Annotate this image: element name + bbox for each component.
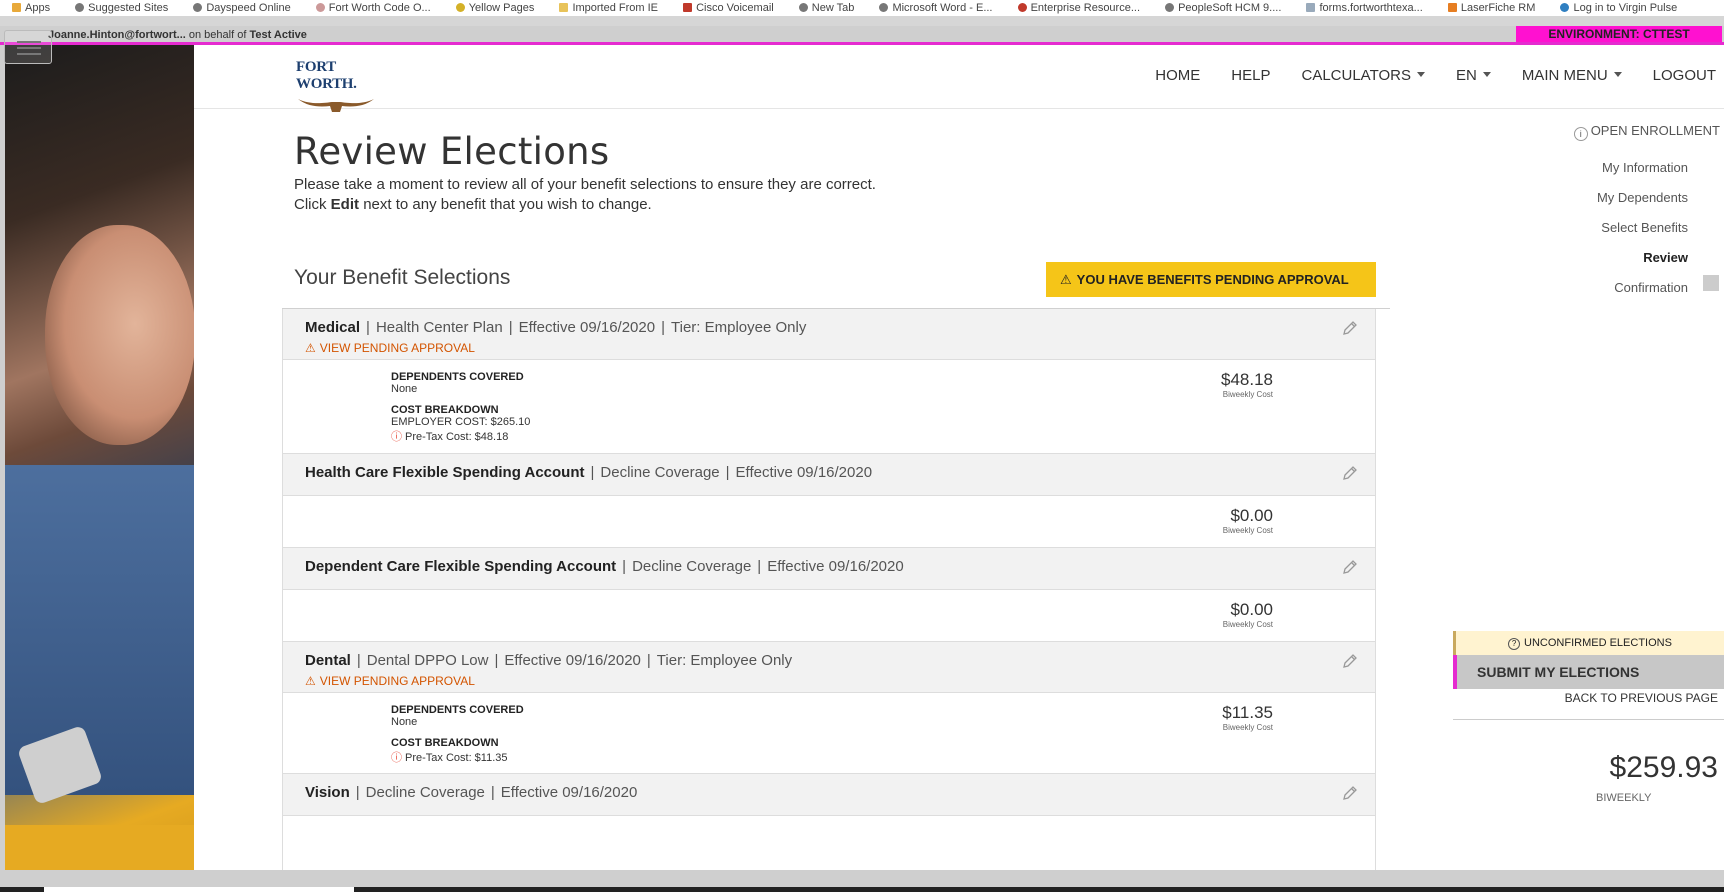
nav-logout[interactable]: LOGOUT	[1653, 67, 1716, 84]
nav-help[interactable]: HELP	[1231, 67, 1270, 84]
total-cost: $259.93	[1609, 751, 1718, 784]
intro-edit-text: Click Edit next to any benefit that you …	[294, 196, 652, 213]
intro-text: Please take a moment to review all of yo…	[294, 176, 876, 193]
benefit-price: $0.00 Biweekly Cost	[1222, 600, 1273, 629]
step-select-benefits[interactable]: Select Benefits	[1597, 220, 1688, 250]
pretax-cost: ⓘ Pre-Tax Cost: $48.18	[391, 431, 509, 443]
warning-icon: ⚠	[305, 674, 316, 688]
benefit-header-hcfsa: Health Care Flexible Spending Account | De…	[283, 454, 1375, 496]
page-title: Review Elections	[294, 130, 610, 173]
info-icon: ⓘ	[391, 431, 402, 443]
chevron-down-icon	[1482, 72, 1491, 77]
divider	[1453, 719, 1724, 720]
bookmark-item[interactable]: LaserFiche RM	[1447, 0, 1535, 16]
bookmark-item[interactable]: Dayspeed Online	[193, 0, 291, 16]
nav-main-menu[interactable]: MAIN MENU	[1522, 67, 1622, 84]
active-step-indicator	[1703, 275, 1719, 291]
dependents-value: None	[391, 716, 418, 728]
bookmarks-bar: Apps Suggested Sites Dayspeed Online For…	[0, 0, 1724, 16]
pending-approval-banner: ⚠ YOU HAVE BENEFITS PENDING APPROVAL	[1046, 262, 1376, 297]
pretax-cost: ⓘ Pre-Tax Cost: $11.35	[391, 752, 508, 764]
main-panel: FORT WORTH. HOME HELP CALCULATORS EN MAI…	[194, 45, 1724, 870]
benefit-header-vision: Vision | Decline Coverage | Effective 09/16/…	[283, 774, 1375, 816]
edit-pencil-icon[interactable]	[1341, 784, 1359, 802]
enrollment-steps: My Information My Dependents Select Bene…	[1597, 160, 1688, 310]
unconfirmed-elections-notice: ? UNCONFIRMED ELECTIONS	[1453, 631, 1724, 655]
cost-breakdown-label: COST BREAKDOWN	[391, 737, 499, 749]
benefit-price: $11.35 Biweekly Cost	[1222, 703, 1273, 732]
bookmark-item[interactable]: New Tab	[798, 0, 854, 16]
employer-cost: EMPLOYER COST: $265.10	[391, 416, 531, 428]
warning-icon: ⚠	[1060, 272, 1072, 287]
user-identity: Joanne.Hinton@fortwort... on behalf of T…	[48, 29, 307, 41]
benefit-price: $0.00 Biweekly Cost	[1222, 506, 1273, 535]
benefit-header-dcfsa: Dependent Care Flexible Spending Account…	[283, 548, 1375, 590]
bookmark-item[interactable]: Fort Worth Code O...	[315, 0, 431, 16]
photo-face	[45, 225, 194, 445]
total-frequency: BIWEEKLY	[1596, 792, 1652, 804]
fort-worth-logo[interactable]: FORT WORTH.	[296, 59, 374, 112]
step-my-information[interactable]: My Information	[1597, 160, 1688, 190]
longhorn-icon	[298, 99, 374, 112]
info-icon: ⓘ	[391, 752, 402, 764]
cost-breakdown-label: COST BREAKDOWN	[391, 404, 499, 416]
chevron-down-icon	[1416, 72, 1425, 77]
photo-yellow	[5, 825, 194, 870]
nav-home[interactable]: HOME	[1155, 67, 1200, 84]
bookmark-item[interactable]: forms.fortworthtexa...	[1306, 0, 1423, 16]
selections-heading: Your Benefit Selections	[294, 266, 511, 289]
question-icon: ?	[1508, 638, 1521, 650]
horizontal-scrollbar[interactable]	[0, 870, 1724, 892]
nav-calculators[interactable]: CALCULATORS	[1301, 67, 1425, 84]
logo-text: FORT WORTH.	[296, 59, 357, 92]
edit-pencil-icon[interactable]	[1341, 652, 1359, 670]
edit-pencil-icon[interactable]	[1341, 464, 1359, 482]
step-confirmation[interactable]: Confirmation	[1597, 280, 1688, 310]
bookmark-item[interactable]: Microsoft Word - E...	[879, 0, 993, 16]
bookmark-item[interactable]: Log in to Virgin Pulse	[1560, 0, 1677, 16]
benefit-header-dental: Dental | Dental DPPO Low | Effective 09/16/2…	[283, 642, 1375, 693]
dependents-value: None	[391, 383, 418, 395]
bookmark-item[interactable]: Suggested Sites	[75, 0, 168, 16]
environment-badge: ENVIRONMENT: CTTEST	[1516, 26, 1722, 42]
benefit-body-dcfsa: $0.00 Biweekly Cost	[283, 590, 1375, 642]
benefit-body-medical: DEPENDENTS COVERED None COST BREAKDOWN E…	[283, 360, 1375, 454]
view-pending-approval-link[interactable]: ⚠ VIEW PENDING APPROVAL	[305, 341, 1353, 355]
bookmark-apps[interactable]: Apps	[12, 0, 50, 16]
bookmark-item[interactable]: Imported From IE	[559, 0, 658, 16]
back-to-previous-page-link[interactable]: BACK TO PREVIOUS PAGE	[1453, 691, 1718, 705]
scrollbar-thumb[interactable]	[44, 887, 354, 892]
bookmark-item[interactable]: Cisco Voicemail	[683, 0, 774, 16]
bookmark-item[interactable]: Enterprise Resource...	[1017, 0, 1140, 16]
bookmark-item[interactable]: PeopleSoft HCM 9....	[1165, 0, 1281, 16]
step-review[interactable]: Review	[1597, 250, 1688, 280]
dependents-label: DEPENDENTS COVERED	[391, 704, 524, 716]
chevron-down-icon	[1613, 72, 1622, 77]
benefit-body-hcfsa: $0.00 Biweekly Cost	[283, 496, 1375, 548]
edit-pencil-icon[interactable]	[1341, 558, 1359, 576]
top-nav: FORT WORTH. HOME HELP CALCULATORS EN MAI…	[194, 45, 1724, 112]
nav-language[interactable]: EN	[1456, 67, 1491, 84]
main-nav: HOME HELP CALCULATORS EN MAIN MENU LOGOU…	[1124, 67, 1724, 84]
hero-photo	[5, 45, 194, 870]
step-my-dependents[interactable]: My Dependents	[1597, 190, 1688, 220]
dependents-label: DEPENDENTS COVERED	[391, 371, 524, 383]
bookmark-item[interactable]: Yellow Pages	[455, 0, 534, 16]
warning-icon: ⚠	[305, 341, 316, 355]
menu-toggle-button[interactable]	[4, 30, 52, 64]
open-enrollment-label: i OPEN ENROLLMENT	[1434, 123, 1724, 141]
user-bar: Joanne.Hinton@fortwort... on behalf of T…	[0, 26, 1724, 45]
benefit-header-medical: Medical | Health Center Plan | Effective 09/…	[283, 309, 1375, 360]
info-icon: i	[1573, 127, 1588, 141]
view-pending-approval-link[interactable]: ⚠ VIEW PENDING APPROVAL	[305, 674, 1353, 688]
benefit-price: $48.18 Biweekly Cost	[1221, 370, 1273, 399]
submit-elections-button[interactable]: SUBMIT MY ELECTIONS	[1453, 655, 1724, 689]
benefit-body-dental: DEPENDENTS COVERED None COST BREAKDOWN ⓘ…	[283, 693, 1375, 774]
edit-pencil-icon[interactable]	[1341, 319, 1359, 337]
benefit-list: Medical | Health Center Plan | Effective 09/…	[282, 309, 1376, 870]
